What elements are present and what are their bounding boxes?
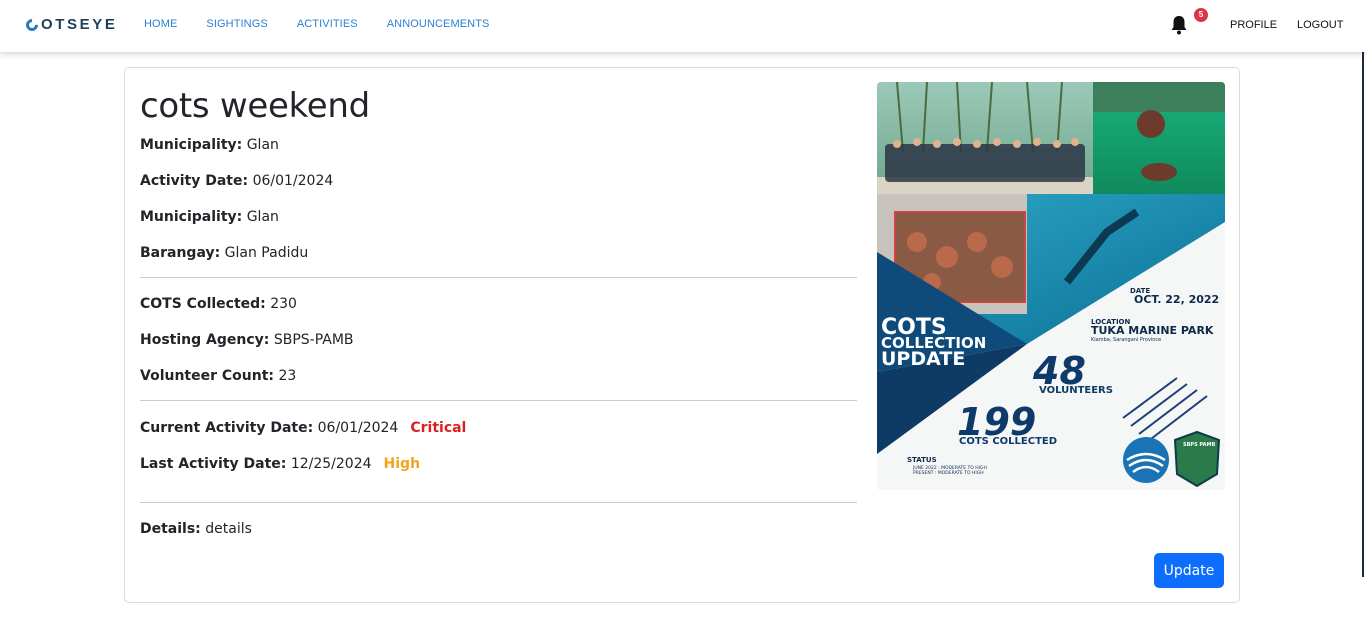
- hosting-agency-field: Hosting Agency: SBPS-PAMB: [140, 332, 354, 348]
- hosting-agency-label: Hosting Agency:: [140, 332, 270, 348]
- nav-announcements[interactable]: ANNOUNCEMENTS: [387, 18, 490, 30]
- details-label: Details:: [140, 521, 201, 537]
- details-field: Details: details: [140, 521, 252, 537]
- nav-home[interactable]: HOME: [144, 18, 177, 30]
- volunteer-count-field: Volunteer Count: 23: [140, 368, 296, 384]
- poster-graphic: DATE OCT. 22, 2022 LOCATION TUKA MARINE …: [877, 82, 1225, 490]
- poster-location: TUKA MARINE PARK: [1091, 324, 1214, 337]
- last-activity-field: Last Activity Date: 12/25/2024 High: [140, 456, 420, 472]
- poster-location-sub: Kiamba, Sarangani Province: [1091, 337, 1161, 343]
- brand-c-icon: [23, 16, 41, 33]
- poster-date: OCT. 22, 2022: [1134, 293, 1219, 306]
- volunteer-count-label: Volunteer Count:: [140, 368, 274, 384]
- sbps-pamb-logo: [1173, 430, 1221, 488]
- current-activity-label: Current Activity Date:: [140, 420, 314, 436]
- scrollbar-edge: [1362, 52, 1364, 577]
- profile-link[interactable]: PROFILE: [1230, 19, 1277, 31]
- municipality2-field: Municipality: Glan: [140, 209, 279, 225]
- activity-poster-image: DATE OCT. 22, 2022 LOCATION TUKA MARINE …: [877, 82, 1225, 490]
- activity-card: cots weekend Municipality: Glan Activity…: [124, 67, 1240, 603]
- poster-collected-label: COTS COLLECTED: [959, 436, 1057, 447]
- divider: [140, 277, 857, 278]
- municipality-label: Municipality:: [140, 137, 243, 153]
- cots-collected-value: 230: [270, 296, 297, 312]
- divider: [140, 400, 857, 401]
- brand-text: OTSEYE: [41, 16, 118, 33]
- brand-logo[interactable]: OTSEYE: [23, 16, 118, 33]
- poster-volunteers-label: VOLUNTEERS: [1039, 385, 1113, 396]
- current-activity-value: 06/01/2024: [317, 420, 399, 436]
- barangay-label: Barangay:: [140, 245, 221, 261]
- cots-collected-label: COTS Collected:: [140, 296, 266, 312]
- nav-links: HOME SIGHTINGS ACTIVITIES ANNOUNCEMENTS: [144, 18, 489, 30]
- activity-title: cots weekend: [140, 86, 370, 126]
- poster-logo-text: SBPS PAMB: [1183, 442, 1215, 448]
- hosting-agency-value: SBPS-PAMB: [273, 332, 354, 348]
- municipality2-value: Glan: [246, 209, 279, 225]
- top-navbar: OTSEYE HOME SIGHTINGS ACTIVITIES ANNOUNC…: [0, 0, 1366, 52]
- poster-status-label: STATUS: [907, 456, 937, 464]
- notification-badge: 5: [1194, 8, 1208, 22]
- last-activity-label: Last Activity Date:: [140, 456, 287, 472]
- nav-sightings[interactable]: SIGHTINGS: [206, 18, 267, 30]
- volunteer-count-value: 23: [278, 368, 297, 384]
- poster-status-line-2: PRESENT : MODERATE TO HIGH: [913, 470, 984, 476]
- critical-status-badge: Critical: [410, 420, 467, 436]
- municipality2-label: Municipality:: [140, 209, 243, 225]
- update-button[interactable]: Update: [1154, 553, 1224, 588]
- nav-activities[interactable]: ACTIVITIES: [297, 18, 358, 30]
- logout-link[interactable]: LOGOUT: [1297, 19, 1343, 31]
- activity-date-field: Activity Date: 06/01/2024: [140, 173, 333, 189]
- municipality-field: Municipality: Glan: [140, 137, 279, 153]
- poster-headline-3: UPDATE: [881, 348, 965, 370]
- cots-collected-field: COTS Collected: 230: [140, 296, 297, 312]
- activity-date-value: 06/01/2024: [252, 173, 334, 189]
- barangay-field: Barangay: Glan Padidu: [140, 245, 308, 261]
- high-status-badge: High: [383, 456, 421, 472]
- bell-icon[interactable]: [1170, 15, 1188, 35]
- municipality-value: Glan: [246, 137, 279, 153]
- activity-date-label: Activity Date:: [140, 173, 249, 189]
- divider: [140, 502, 857, 503]
- current-activity-field: Current Activity Date: 06/01/2024 Critica…: [140, 420, 466, 436]
- last-activity-value: 12/25/2024: [290, 456, 372, 472]
- barangay-value: Glan Padidu: [224, 245, 309, 261]
- details-value: details: [205, 521, 252, 537]
